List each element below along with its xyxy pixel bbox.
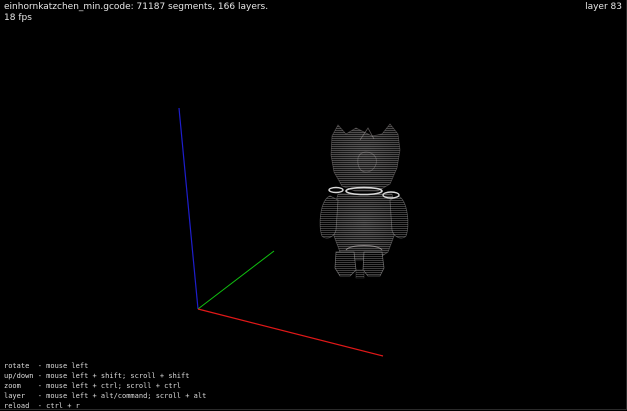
model-head	[330, 123, 401, 192]
help-line-zoom: zoom - mouse left + ctrl; scroll + ctrl	[4, 382, 182, 390]
model-cat-figure	[319, 123, 409, 279]
fps-counter: 18 fps	[4, 13, 32, 23]
model-body	[319, 193, 409, 279]
help-line-rotate: rotate - mouse left	[4, 362, 89, 370]
controls-help: rotate - mouse left up/down - mouse left…	[4, 361, 206, 411]
3d-viewport[interactable]: einhornkatzchen_min.gcode: 71187 segment…	[0, 0, 627, 410]
z-axis	[178, 107, 199, 310]
help-line-up-down: up/down - mouse left + shift; scroll + s…	[4, 372, 190, 380]
gcode-scene[interactable]	[0, 0, 627, 410]
layer-indicator: layer 83	[585, 2, 622, 12]
y-axis	[197, 250, 275, 310]
help-line-layer: layer - mouse left + alt/command; scroll…	[4, 392, 207, 400]
x-axis	[197, 308, 384, 357]
file-info-text: einhornkatzchen_min.gcode: 71187 segment…	[4, 2, 269, 12]
